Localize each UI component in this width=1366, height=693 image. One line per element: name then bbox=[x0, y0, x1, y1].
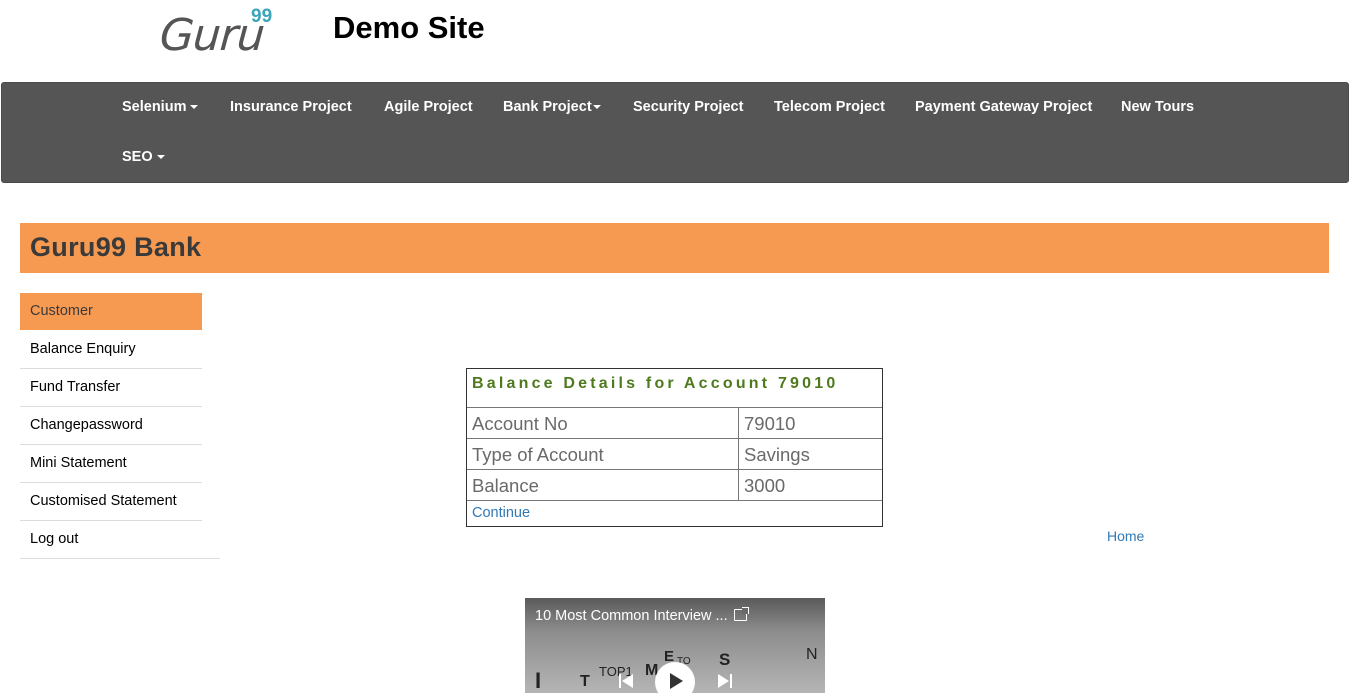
site-header: Guru 99 Demo Site bbox=[0, 0, 1366, 82]
row-value: Savings bbox=[744, 444, 810, 465]
row-label: Type of Account bbox=[467, 439, 739, 469]
row-label: Account No bbox=[467, 408, 739, 438]
sidebar-item-mini-statement[interactable]: Mini Statement bbox=[20, 445, 202, 483]
skip-next-icon[interactable] bbox=[718, 674, 732, 688]
nav-label: SEO bbox=[122, 149, 153, 165]
caret-down-icon bbox=[190, 105, 199, 110]
video-overlay-text: T bbox=[580, 673, 590, 690]
sidebar-item-label: Fund Transfer bbox=[30, 379, 121, 395]
sidebar-item-label: Customer bbox=[30, 303, 93, 319]
nav-seo[interactable]: SEO bbox=[122, 149, 165, 165]
row-label: Balance bbox=[467, 470, 739, 500]
video-overlay-text: S bbox=[719, 650, 731, 669]
caret-down-icon bbox=[156, 155, 165, 160]
home-link[interactable]: Home bbox=[1107, 528, 1144, 544]
balance-details-table: Balance Details for Account 79010 Accoun… bbox=[466, 368, 883, 527]
nav-agile-project[interactable]: Agile Project bbox=[384, 99, 473, 115]
guru99-logo[interactable]: Guru 99 bbox=[158, 4, 290, 64]
sidebar-item-label: Changepassword bbox=[30, 417, 143, 433]
embedded-video[interactable]: 10 Most Common Interview ... TOP1 M E TO… bbox=[525, 598, 825, 693]
sidebar-item-label: Balance Enquiry bbox=[30, 341, 136, 357]
share-icon[interactable] bbox=[734, 607, 749, 621]
nav-selenium[interactable]: Selenium bbox=[122, 99, 199, 115]
video-title[interactable]: 10 Most Common Interview ... bbox=[535, 608, 728, 624]
nav-label: New Tours bbox=[1121, 99, 1195, 115]
nav-telecom-project[interactable]: Telecom Project bbox=[774, 99, 885, 115]
balance-heading: Balance Details for Account 79010 bbox=[467, 369, 882, 408]
nav-label: Selenium bbox=[122, 99, 187, 115]
video-overlay-text: I bbox=[535, 668, 542, 693]
nav-label: Bank Project bbox=[503, 99, 592, 115]
sidebar-item-log-out[interactable]: Log out bbox=[20, 521, 220, 559]
table-row: Type of Account Savings bbox=[467, 439, 882, 470]
nav-new-tours[interactable]: New Tours bbox=[1121, 99, 1194, 115]
site-title: Demo Site bbox=[333, 10, 485, 45]
logo-superscript: 99 bbox=[251, 6, 273, 27]
skip-previous-icon[interactable] bbox=[619, 674, 633, 688]
sidebar-item-changepassword[interactable]: Changepassword bbox=[20, 407, 202, 445]
sidebar-item-label: Log out bbox=[30, 531, 79, 547]
nav-label: Security Project bbox=[633, 99, 744, 115]
table-row: Balance 3000 bbox=[467, 470, 882, 501]
nav-insurance-project[interactable]: Insurance Project bbox=[230, 99, 352, 115]
sidebar-item-fund-transfer[interactable]: Fund Transfer bbox=[20, 369, 202, 407]
main-navbar: Selenium Insurance Project Agile Project… bbox=[1, 82, 1349, 183]
nav-label: Telecom Project bbox=[774, 99, 885, 115]
nav-label: Payment Gateway Project bbox=[915, 99, 1093, 115]
sidebar-item-label: Customised Statement bbox=[30, 493, 177, 509]
sidebar-item-customised-statement[interactable]: Customised Statement bbox=[20, 483, 202, 521]
sidebar-item-label: Mini Statement bbox=[30, 455, 127, 471]
caret-down-icon bbox=[592, 105, 601, 110]
row-value: 79010 bbox=[744, 413, 796, 434]
bank-title-bar: Guru99 Bank bbox=[20, 223, 1329, 273]
sidebar-item-customer[interactable]: Customer bbox=[20, 293, 202, 330]
sidebar-item-balance-enquiry[interactable]: Balance Enquiry bbox=[20, 331, 202, 369]
video-overlay-text: N bbox=[806, 646, 818, 663]
nav-payment-gateway-project[interactable]: Payment Gateway Project bbox=[915, 99, 1092, 115]
continue-link[interactable]: Continue bbox=[472, 505, 530, 521]
row-value: 3000 bbox=[744, 475, 786, 496]
nav-label: Agile Project bbox=[384, 99, 473, 115]
nav-label: Insurance Project bbox=[230, 99, 352, 115]
table-row: Account No 79010 bbox=[467, 408, 882, 439]
bank-title: Guru99 Bank bbox=[30, 232, 202, 262]
nav-security-project[interactable]: Security Project bbox=[633, 99, 743, 115]
nav-bank-project[interactable]: Bank Project bbox=[503, 99, 601, 115]
logo-text: Guru bbox=[158, 10, 266, 61]
